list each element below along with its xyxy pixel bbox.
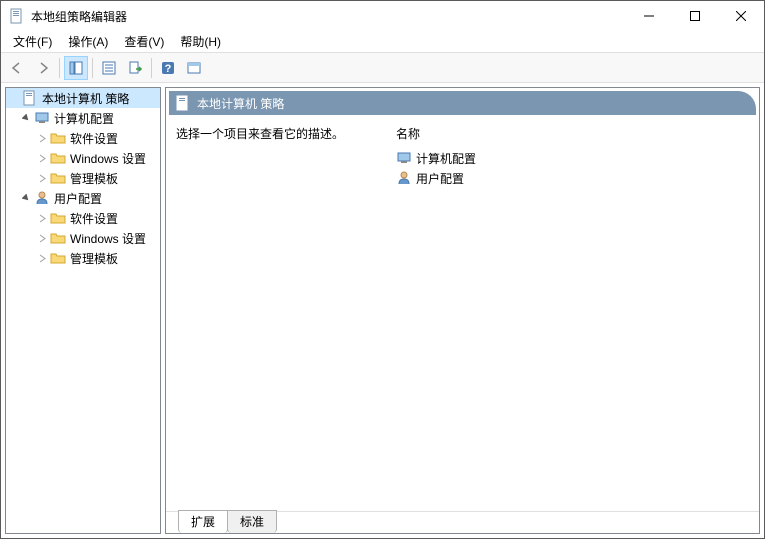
tree-label: 管理模板: [70, 170, 118, 187]
chevron-right-icon[interactable]: [36, 232, 48, 244]
tree-label: Windows 设置: [70, 150, 146, 167]
detail-body: 选择一个项目来查看它的描述。 名称 计算机配置 用户配置: [166, 115, 759, 511]
minimize-button[interactable]: [626, 1, 672, 31]
svg-text:?: ?: [165, 63, 172, 75]
back-button[interactable]: [5, 56, 29, 80]
chevron-down-icon[interactable]: [20, 112, 32, 124]
user-icon: [396, 170, 412, 186]
policy-icon: [22, 90, 38, 106]
menu-file[interactable]: 文件(F): [5, 31, 60, 52]
detail-list: 名称 计算机配置 用户配置: [396, 125, 749, 501]
folder-icon: [50, 250, 66, 266]
toolbar-divider: [59, 58, 60, 78]
folder-icon: [50, 230, 66, 246]
menubar: 文件(F) 操作(A) 查看(V) 帮助(H): [1, 31, 764, 53]
tree-root[interactable]: 本地计算机 策略: [6, 88, 160, 108]
tree-windows-settings[interactable]: Windows 设置: [6, 228, 160, 248]
help-button[interactable]: ?: [156, 56, 180, 80]
computer-icon: [34, 110, 50, 126]
tree-label: 本地计算机 策略: [42, 90, 129, 107]
properties-button[interactable]: [97, 56, 121, 80]
filter-button[interactable]: [182, 56, 206, 80]
forward-button[interactable]: [31, 56, 55, 80]
content-area: 本地计算机 策略 计算机配置 软件设置 Windows 设置 管理模板: [1, 83, 764, 538]
tree-admin-templates[interactable]: 管理模板: [6, 168, 160, 188]
detail-panel: 本地计算机 策略 选择一个项目来查看它的描述。 名称 计算机配置 用户配置: [165, 87, 760, 534]
app-icon: [9, 8, 25, 24]
tree-software-settings[interactable]: 软件设置: [6, 208, 160, 228]
chevron-right-icon[interactable]: [36, 152, 48, 164]
tab-extended[interactable]: 扩展: [178, 510, 228, 533]
toolbar-divider: [151, 58, 152, 78]
computer-icon: [396, 150, 412, 166]
tab-standard[interactable]: 标准: [227, 510, 277, 533]
folder-icon: [50, 130, 66, 146]
tree-label: 软件设置: [70, 210, 118, 227]
policy-icon: [175, 95, 191, 111]
tree-label: Windows 设置: [70, 230, 146, 247]
toolbar: ?: [1, 53, 764, 83]
chevron-right-icon[interactable]: [36, 172, 48, 184]
chevron-right-icon[interactable]: [36, 132, 48, 144]
toolbar-divider: [92, 58, 93, 78]
tree-label: 用户配置: [54, 190, 102, 207]
detail-description: 选择一个项目来查看它的描述。: [176, 125, 356, 501]
tree-label: 计算机配置: [54, 110, 114, 127]
folder-icon: [50, 210, 66, 226]
menu-help[interactable]: 帮助(H): [172, 31, 229, 52]
chevron-right-icon[interactable]: [36, 252, 48, 264]
show-tree-button[interactable]: [64, 56, 88, 80]
detail-header: 本地计算机 策略: [169, 91, 756, 115]
detail-tabs: 扩展 标准: [166, 511, 759, 533]
window-frame: 本地组策略编辑器 文件(F) 操作(A) 查看(V) 帮助(H) ? 本地计算机…: [0, 0, 765, 539]
chevron-down-icon[interactable]: [20, 192, 32, 204]
expander-icon: [8, 92, 20, 104]
window-controls: [626, 1, 764, 31]
tree-computer-config[interactable]: 计算机配置: [6, 108, 160, 128]
tree-user-config[interactable]: 用户配置: [6, 188, 160, 208]
menu-view[interactable]: 查看(V): [116, 31, 172, 52]
menu-action[interactable]: 操作(A): [60, 31, 116, 52]
column-header-name[interactable]: 名称: [396, 125, 749, 142]
list-item-label: 用户配置: [416, 170, 464, 187]
export-button[interactable]: [123, 56, 147, 80]
tree-panel[interactable]: 本地计算机 策略 计算机配置 软件设置 Windows 设置 管理模板: [5, 87, 161, 534]
tree-software-settings[interactable]: 软件设置: [6, 128, 160, 148]
detail-header-text: 本地计算机 策略: [197, 95, 284, 112]
list-item-label: 计算机配置: [416, 150, 476, 167]
tree-windows-settings[interactable]: Windows 设置: [6, 148, 160, 168]
tree-admin-templates[interactable]: 管理模板: [6, 248, 160, 268]
folder-icon: [50, 150, 66, 166]
user-icon: [34, 190, 50, 206]
list-item-user[interactable]: 用户配置: [396, 168, 749, 188]
list-item-computer[interactable]: 计算机配置: [396, 148, 749, 168]
folder-icon: [50, 170, 66, 186]
maximize-button[interactable]: [672, 1, 718, 31]
close-button[interactable]: [718, 1, 764, 31]
tree-label: 管理模板: [70, 250, 118, 267]
titlebar: 本地组策略编辑器: [1, 1, 764, 31]
window-title: 本地组策略编辑器: [31, 8, 626, 25]
tree-label: 软件设置: [70, 130, 118, 147]
chevron-right-icon[interactable]: [36, 212, 48, 224]
